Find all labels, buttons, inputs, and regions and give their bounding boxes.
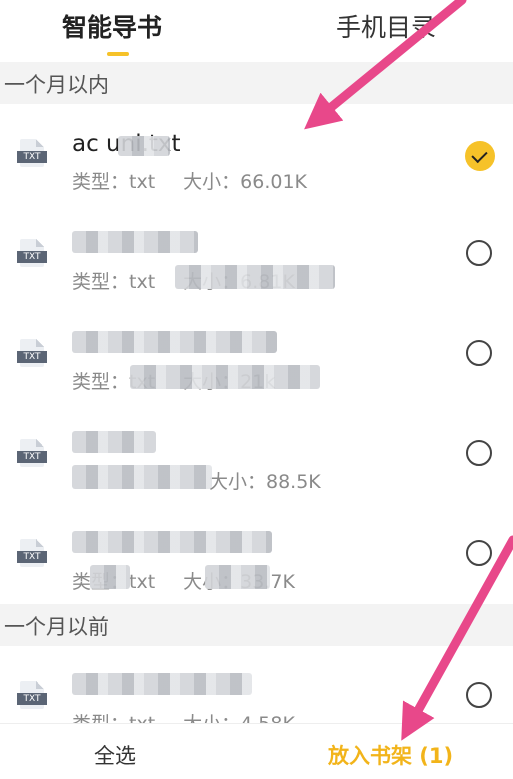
txt-file-icon: TXT — [17, 339, 47, 367]
checkbox-unchecked[interactable] — [466, 340, 492, 366]
file-type: 类型：txt — [72, 713, 155, 723]
redacted-file-name — [72, 331, 277, 353]
checkbox-unchecked[interactable] — [466, 440, 492, 466]
redacted-text — [130, 365, 320, 389]
section-label: 一个月以前 — [4, 615, 109, 639]
file-row[interactable]: TXT 类型：txt 大小：4.58K — [0, 646, 513, 723]
file-row[interactable]: TXT 类型：txt大小：6.81K — [0, 204, 513, 304]
file-row[interactable]: TXT ac uni.txt 类型：txt大小：66.01K — [0, 104, 513, 204]
redacted-text — [118, 136, 170, 156]
file-meta: 大小：88.5K — [209, 467, 321, 494]
file-meta: 类型：txt 大小：4.58K — [72, 709, 295, 723]
txt-file-icon: TXT — [17, 139, 47, 167]
tab-bar: 智能导书 手机目录 — [0, 0, 513, 62]
redacted-text — [90, 565, 130, 589]
file-size: 大小：88.5K — [209, 471, 321, 493]
redacted-text — [175, 265, 335, 289]
redacted-text — [205, 565, 270, 589]
checkbox-unchecked[interactable] — [466, 682, 492, 708]
checkbox-unchecked[interactable] — [466, 240, 492, 266]
section-header-recent: 一个月以内 — [0, 62, 513, 104]
file-meta: 类型：txt 大小：66.01K — [72, 167, 307, 194]
section-header-older: 一个月以前 — [0, 604, 513, 646]
txt-file-icon: TXT — [17, 681, 47, 709]
checkbox-unchecked[interactable] — [466, 540, 492, 566]
tab-smart-guide[interactable]: 智能导书 — [62, 8, 162, 44]
txt-file-icon: TXT — [17, 239, 47, 267]
redacted-file-name — [72, 231, 198, 253]
file-size: 大小：66.01K — [183, 171, 308, 193]
active-tab-indicator — [107, 52, 129, 56]
checkbox-checked[interactable] — [465, 141, 495, 171]
file-row[interactable]: TXT 类型：txt大小：21k — [0, 304, 513, 404]
tab-phone-directory[interactable]: 手机目录 — [336, 8, 436, 44]
redacted-text — [72, 465, 212, 489]
file-type: 类型：txt — [72, 271, 156, 293]
txt-file-icon: TXT — [17, 439, 47, 467]
redacted-file-name — [72, 431, 156, 453]
bottom-action-bar: 全选 放入书架 (1) — [0, 723, 513, 779]
file-type: 类型：txt — [72, 171, 156, 193]
txt-file-icon: TXT — [17, 539, 47, 567]
file-row[interactable]: TXT 大小：88.5K — [0, 404, 513, 504]
select-all-button[interactable]: 全选 — [94, 740, 136, 770]
file-size: 大小：4.58K — [183, 713, 295, 723]
file-row[interactable]: TXT 类型：txt大小：33.7K — [0, 504, 513, 604]
add-to-shelf-button[interactable]: 放入书架 (1) — [328, 740, 453, 770]
redacted-file-name — [72, 531, 272, 553]
section-label: 一个月以内 — [4, 73, 109, 97]
redacted-file-name — [72, 673, 252, 695]
